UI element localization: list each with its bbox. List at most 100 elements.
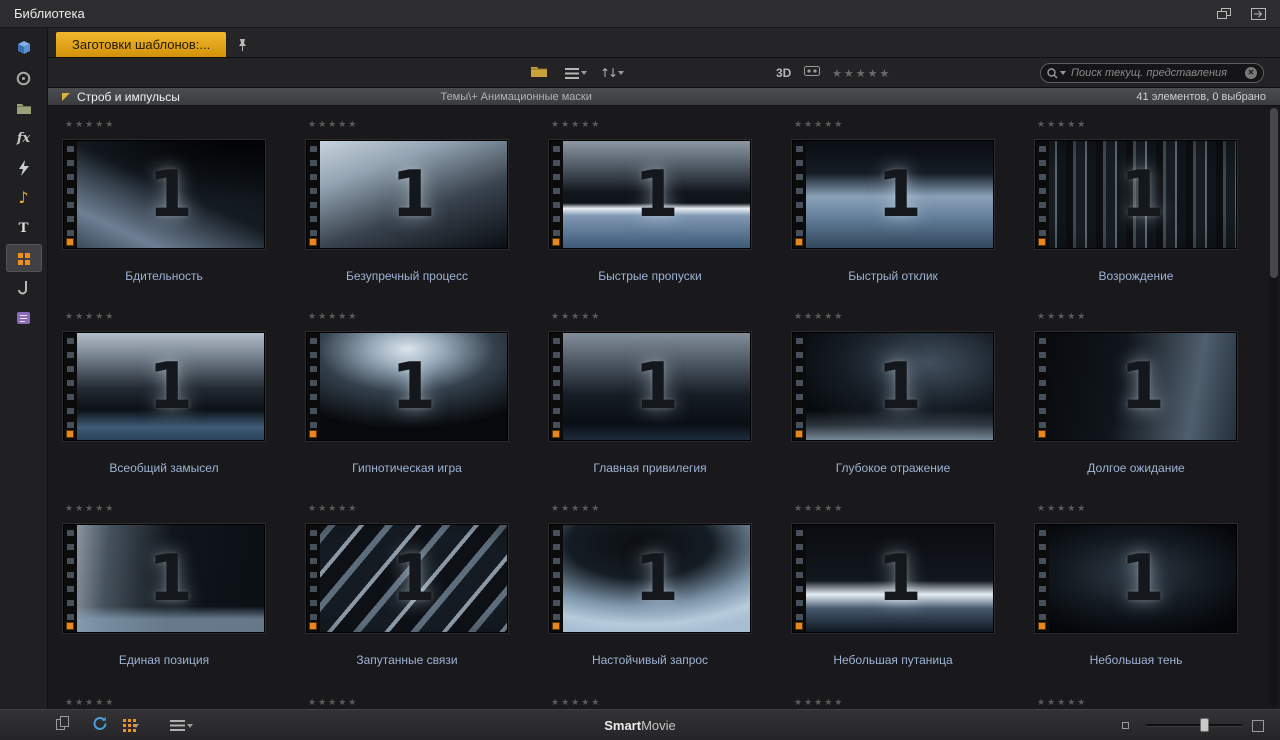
tape-filter-button[interactable] <box>804 64 820 82</box>
template-item[interactable]: ★★★★★ 1 Долгое ожидание <box>1035 312 1237 504</box>
restore-window-button[interactable] <box>1217 7 1231 20</box>
template-item[interactable]: ★★★★★ 1 Всеобщий замысел <box>63 312 265 504</box>
item-rating-stars[interactable]: ★★★★★ <box>1037 504 1237 516</box>
item-rating-stars[interactable]: ★★★★★ <box>308 312 508 324</box>
thumbnail-size-slider[interactable] <box>1146 718 1242 732</box>
template-item[interactable]: ★★★★★ 1 Единая позиция <box>63 504 265 696</box>
grid-view-icon <box>123 719 126 722</box>
item-rating-stars[interactable]: ★★★★★ <box>551 312 751 324</box>
item-thumbnail[interactable]: 1 <box>549 332 751 441</box>
zoom-in-icon[interactable] <box>1252 719 1264 732</box>
scrollbar-track[interactable] <box>1270 108 1278 707</box>
search-box: ✕ <box>1040 63 1264 83</box>
sidebar-item-templates[interactable] <box>5 244 42 272</box>
search-scope-button[interactable] <box>1047 67 1066 79</box>
slider-handle[interactable] <box>1200 718 1209 732</box>
template-item[interactable]: ★★★★★ 1 Возрождение <box>1035 120 1237 312</box>
detail-view-button[interactable] <box>565 67 587 79</box>
item-rating-stars[interactable]: ★★★★★ <box>308 504 508 516</box>
section-status: 41 элементов, 0 выбрано <box>1136 90 1266 103</box>
rating-filter-stars[interactable]: ★★★★★ <box>832 67 891 80</box>
item-rating-stars[interactable]: ★★★★★ <box>1037 698 1237 709</box>
item-rating-stars[interactable]: ★★★★★ <box>65 504 265 516</box>
item-thumbnail[interactable]: 1 <box>792 524 994 633</box>
item-thumbnail[interactable]: 1 <box>792 140 994 249</box>
sync-button[interactable] <box>92 716 108 736</box>
template-item[interactable]: ★★★★★ 1 Гипнотическая игра <box>306 312 508 504</box>
item-rating-stars[interactable]: ★★★★★ <box>794 698 994 709</box>
sidebar-item-imports[interactable] <box>6 34 42 62</box>
template-item[interactable]: ★★★★★ 1 Небольшая путаница <box>792 504 994 696</box>
sidebar-item-captures[interactable] <box>6 64 42 92</box>
template-item[interactable]: ★★★★★ 1 Глубокое отражение <box>792 312 994 504</box>
item-name: Глубокое отражение <box>835 461 951 475</box>
item-thumbnail[interactable]: 1 <box>1035 140 1237 249</box>
smartmovie-button[interactable]: Smart Movie <box>604 710 676 740</box>
item-rating-stars[interactable]: ★★★★★ <box>551 120 751 132</box>
sidebar-item-transitions[interactable] <box>6 154 42 182</box>
pin-tab-button[interactable] <box>236 38 248 52</box>
item-thumbnail[interactable]: 1 <box>63 140 265 249</box>
template-item[interactable]: ★★★★★ 1 Безупречный процесс <box>306 120 508 312</box>
template-item[interactable]: ★★★★★ 1 Быстрый отклик <box>792 120 994 312</box>
template-item[interactable]: ★★★★★ 1 Бдительность <box>63 120 265 312</box>
item-rating-stars[interactable]: ★★★★★ <box>551 698 751 709</box>
list-view-icon <box>170 720 185 731</box>
chevron-down-icon <box>581 71 587 75</box>
template-item[interactable]: ★★★★★ 1 Главная привилегия <box>549 312 751 504</box>
thumbnail-digit: 1 <box>634 349 679 424</box>
thumbnail-digit: 1 <box>877 541 922 616</box>
thumbnail-digit: 1 <box>634 541 679 616</box>
item-thumbnail[interactable]: 1 <box>306 140 508 249</box>
item-name: Единая позиция <box>118 653 210 667</box>
sidebar-item-bonus[interactable] <box>6 304 42 332</box>
item-thumbnail[interactable]: 1 <box>306 524 508 633</box>
sort-button[interactable]: ↑↓ <box>600 66 625 80</box>
item-thumbnail[interactable]: 1 <box>63 524 265 633</box>
collapse-triangle-icon[interactable] <box>62 92 70 101</box>
dock-window-button[interactable] <box>1251 7 1266 20</box>
item-thumbnail[interactable]: 1 <box>1035 524 1237 633</box>
sound-hook-icon <box>17 281 27 295</box>
item-rating-stars[interactable]: ★★★★★ <box>308 698 508 709</box>
filter-3d-button[interactable]: 3D <box>776 66 791 80</box>
item-rating-stars[interactable]: ★★★★★ <box>1037 120 1237 132</box>
search-icon <box>1047 67 1058 78</box>
item-rating-stars[interactable]: ★★★★★ <box>308 120 508 132</box>
template-item[interactable]: ★★★★★ 1 Настойчивый запрос <box>549 504 751 696</box>
item-thumbnail[interactable]: 1 <box>1035 332 1237 441</box>
scrollbar-thumb[interactable] <box>1270 108 1278 278</box>
sidebar-item-sound-effects[interactable] <box>6 274 42 302</box>
zoom-out-icon[interactable] <box>1122 722 1129 729</box>
grid-view-button[interactable] <box>123 719 150 728</box>
open-folder-button[interactable] <box>530 64 548 83</box>
item-rating-stars[interactable]: ★★★★★ <box>65 698 265 709</box>
sidebar-item-music[interactable]: ♪ <box>6 184 42 212</box>
item-rating-stars[interactable]: ★★★★★ <box>794 504 994 516</box>
clear-search-icon[interactable]: ✕ <box>1245 67 1257 79</box>
item-rating-stars[interactable]: ★★★★★ <box>1037 312 1237 324</box>
template-badge-icon <box>309 430 317 438</box>
item-thumbnail[interactable]: 1 <box>306 332 508 441</box>
item-rating-stars[interactable]: ★★★★★ <box>794 120 994 132</box>
template-item[interactable]: ★★★★★ 1 Запутанные связи <box>306 504 508 696</box>
list-view-button[interactable] <box>170 720 193 731</box>
template-item[interactable]: ★★★★★ 1 Быстрые пропуски <box>549 120 751 312</box>
template-badge-icon <box>66 622 74 630</box>
item-rating-stars[interactable]: ★★★★★ <box>65 312 265 324</box>
item-rating-stars[interactable]: ★★★★★ <box>551 504 751 516</box>
item-rating-stars[interactable]: ★★★★★ <box>794 312 994 324</box>
template-item[interactable]: ★★★★★ 1 Небольшая тень <box>1035 504 1237 696</box>
item-thumbnail[interactable]: 1 <box>549 524 751 633</box>
item-thumbnail[interactable]: 1 <box>549 140 751 249</box>
item-rating-stars[interactable]: ★★★★★ <box>65 120 265 132</box>
search-input[interactable] <box>1069 66 1242 80</box>
item-thumbnail[interactable]: 1 <box>792 332 994 441</box>
sidebar-item-projects[interactable] <box>6 94 42 122</box>
item-thumbnail[interactable]: 1 <box>63 332 265 441</box>
sidebar-item-titles[interactable]: T <box>6 214 42 242</box>
tab-template-presets[interactable]: Заготовки шаблонов:... <box>56 32 227 57</box>
sidebar-item-effects[interactable]: fx <box>6 124 42 152</box>
item-name: Долгое ожидание <box>1087 461 1185 475</box>
clipboard-button[interactable] <box>56 716 69 735</box>
